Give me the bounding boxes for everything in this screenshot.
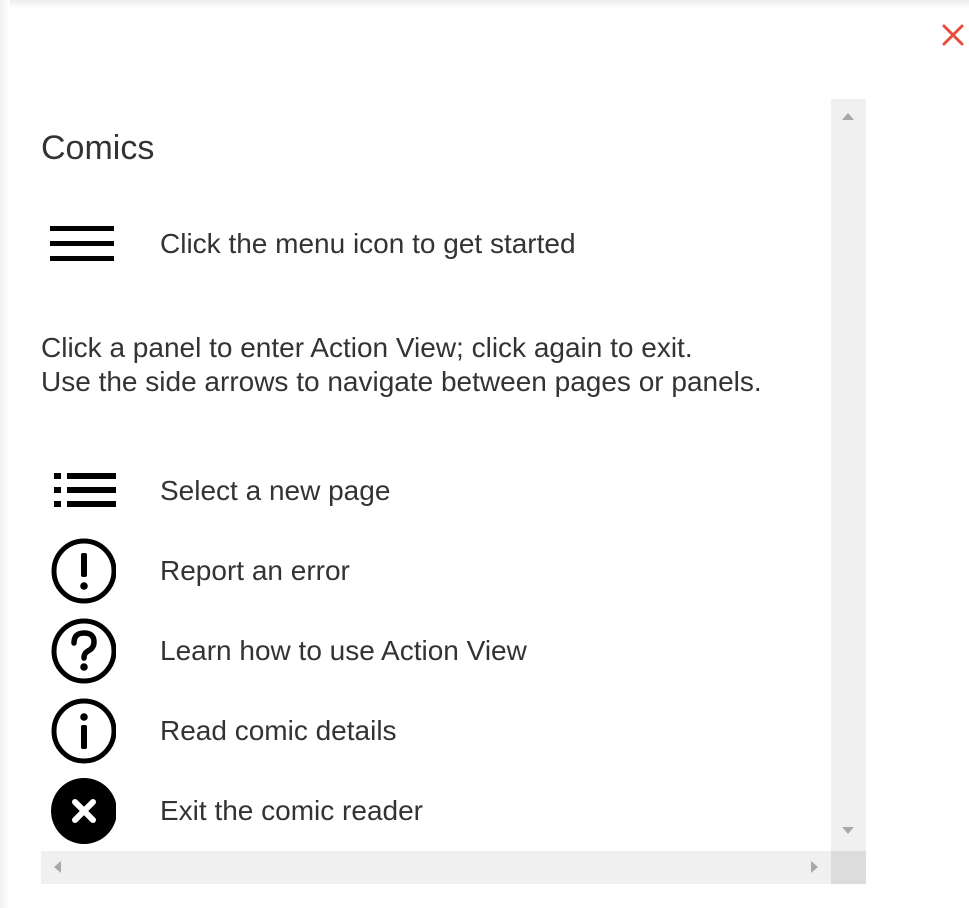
legend-item-select-page: Select a new page xyxy=(41,456,390,526)
page-list-icon xyxy=(41,456,121,526)
instruction-line: Click a panel to enter Action View; clic… xyxy=(41,332,693,363)
legend-label: Learn how to use Action View xyxy=(160,635,527,666)
menu-hint-row: Click the menu icon to get started xyxy=(41,209,576,279)
top-shadow xyxy=(0,0,969,8)
instruction-line: Use the side arrows to navigate between … xyxy=(41,366,762,397)
scroll-right-arrow-icon[interactable] xyxy=(811,861,818,873)
menu-hint-label: Click the menu icon to get started xyxy=(160,228,576,259)
close-icon xyxy=(942,24,964,46)
scroll-left-arrow-icon[interactable] xyxy=(54,861,61,873)
close-button[interactable] xyxy=(936,18,968,50)
close-circle-icon xyxy=(41,776,121,846)
hamburger-menu-icon xyxy=(41,209,121,279)
question-circle-icon xyxy=(41,616,121,686)
vertical-scrollbar[interactable] xyxy=(831,99,866,851)
scrollbar-corner xyxy=(831,851,866,884)
legend-item-action-view-help: Learn how to use Action View xyxy=(41,616,527,686)
legend-item-exit-reader: Exit the comic reader xyxy=(41,776,423,846)
scroll-up-arrow-icon[interactable] xyxy=(842,113,854,120)
comics-help-dialog: Comics Click the menu icon to get starte… xyxy=(41,99,866,884)
scroll-down-arrow-icon[interactable] xyxy=(842,827,854,834)
instructions: Click a panel to enter Action View; clic… xyxy=(41,331,762,399)
legend-label: Report an error xyxy=(160,555,350,586)
info-circle-icon xyxy=(41,696,121,766)
legend-item-comic-details: Read comic details xyxy=(41,696,397,766)
dialog-title: Comics xyxy=(41,129,155,167)
exclamation-circle-icon xyxy=(41,536,121,606)
left-shadow xyxy=(0,0,10,908)
legend-item-report-error: Report an error xyxy=(41,536,350,606)
horizontal-scrollbar[interactable] xyxy=(41,851,831,884)
legend-label: Exit the comic reader xyxy=(160,795,423,826)
legend-label: Read comic details xyxy=(160,715,397,746)
legend-label: Select a new page xyxy=(160,475,391,506)
dialog-content: Comics Click the menu icon to get starte… xyxy=(41,99,831,851)
